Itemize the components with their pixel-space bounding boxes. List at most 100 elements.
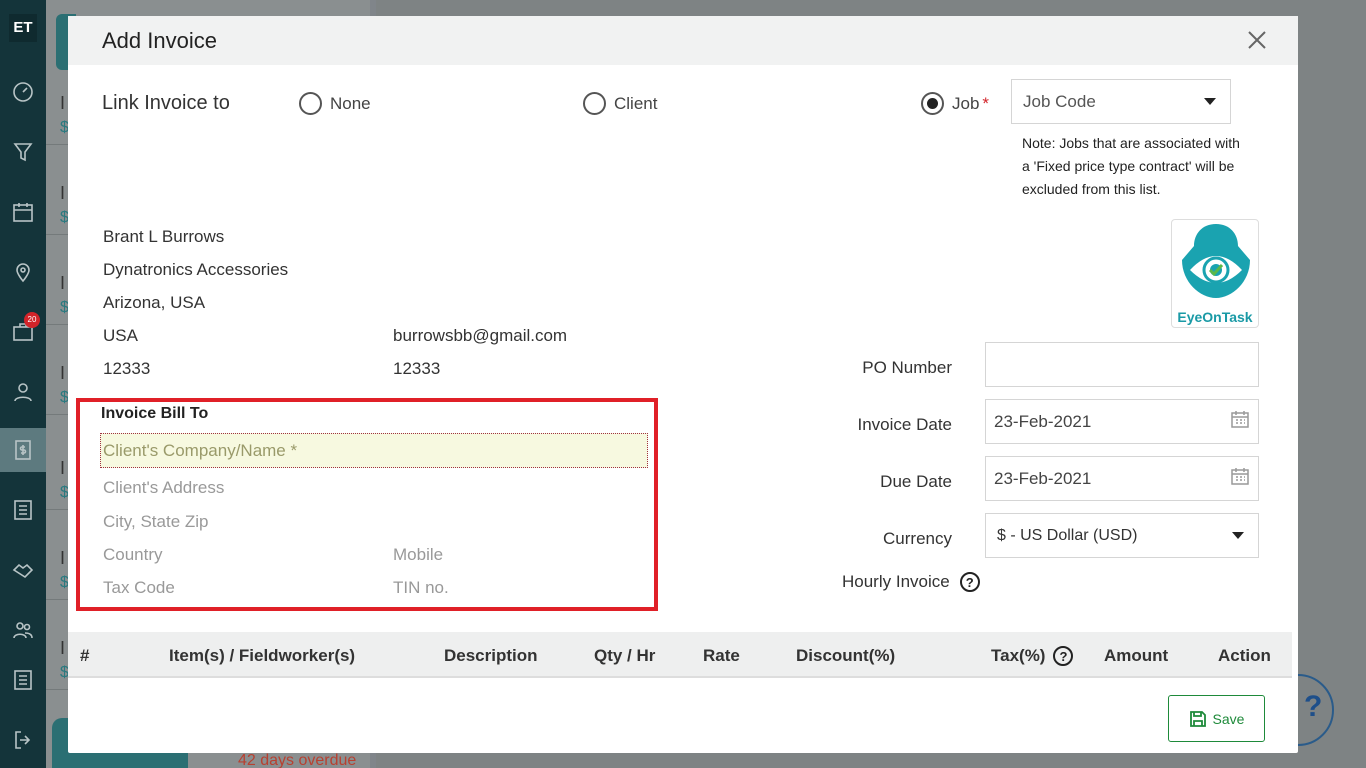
radio-job-circle[interactable]	[921, 92, 944, 115]
currency-value: $ - US Dollar (USD)	[997, 526, 1138, 544]
list-item[interactable]: I $	[46, 175, 70, 235]
eye-logo-icon	[1182, 224, 1250, 298]
items-table-header: # Item(s) / Fieldworker(s) Description Q…	[68, 632, 1292, 678]
logo-text: EyeOnTask	[1177, 309, 1253, 325]
sliders-icon	[14, 670, 32, 690]
radio-client-circle[interactable]	[583, 92, 606, 115]
list-item[interactable]: I $	[46, 450, 70, 510]
bill-to-title: Invoice Bill To	[101, 405, 209, 422]
client-company-input[interactable]: Client's Company/Name *	[100, 433, 648, 468]
col-items: Item(s) / Fieldworker(s)	[169, 646, 356, 665]
calendar-nav[interactable]	[0, 190, 46, 234]
close-icon	[1248, 31, 1266, 49]
tax-help-icon[interactable]: ?	[1053, 646, 1074, 666]
due-date-value: 23-Feb-2021	[994, 468, 1092, 488]
dollar-icon	[15, 440, 31, 460]
client-name: Brant L Burrows	[103, 227, 225, 246]
invoice-date-label: Invoice Date	[857, 415, 953, 434]
user-icon	[14, 383, 32, 402]
col-amount: Amount	[1104, 646, 1169, 665]
save-button[interactable]: Save	[1168, 695, 1265, 742]
jobs-nav[interactable]: 20	[0, 310, 46, 354]
add-invoice-modal: Add Invoice Link Invoice to None Client …	[68, 16, 1298, 753]
list-item[interactable]: I $	[46, 540, 70, 600]
list-item[interactable]: I $	[46, 265, 70, 325]
city-state-zip-input[interactable]: City, State Zip	[103, 512, 209, 532]
settings-nav[interactable]	[0, 658, 46, 702]
mobile-input[interactable]: Mobile	[393, 545, 443, 565]
users-icon	[13, 622, 33, 639]
po-number-label: PO Number	[862, 358, 952, 377]
col-qty: Qty / Hr	[594, 646, 656, 665]
client-email: burrowsbb@gmail.com	[393, 326, 568, 345]
company-logo[interactable]: EyeOnTask	[1171, 219, 1259, 328]
invoice-nav[interactable]	[0, 428, 46, 472]
calendar-icon[interactable]	[1230, 466, 1250, 491]
logout-nav[interactable]	[0, 718, 46, 762]
invoice-date-input[interactable]: 23-Feb-2021	[985, 399, 1259, 444]
radio-none-label: None	[330, 93, 371, 113]
save-label: Save	[1212, 710, 1245, 727]
radio-none[interactable]: None	[299, 92, 371, 115]
tin-input[interactable]: TIN no.	[393, 578, 449, 598]
jobs-badge: 20	[24, 312, 40, 328]
calendar-icon	[13, 203, 33, 222]
currency-select[interactable]: $ - US Dollar (USD)	[985, 513, 1259, 558]
location-icon	[16, 263, 30, 283]
map-nav[interactable]	[0, 250, 46, 294]
col-tax: Tax(%) ?	[991, 646, 1074, 666]
clients-nav[interactable]	[0, 370, 46, 414]
logout-icon	[15, 731, 31, 749]
client-location: Arizona, USA	[103, 293, 206, 312]
dashboard-icon	[13, 82, 33, 102]
job-note: Note: Jobs that are associated with a 'F…	[1022, 135, 1240, 197]
currency-label: Currency	[883, 529, 952, 548]
modal-header: Add Invoice	[68, 16, 1298, 65]
client-mobile: 12333	[393, 359, 441, 378]
help-icon[interactable]: ?	[959, 572, 980, 592]
leads-nav[interactable]	[0, 130, 46, 174]
due-date-input[interactable]: 23-Feb-2021	[985, 456, 1259, 501]
overdue-label: 42 days overdue	[238, 752, 357, 768]
users-nav[interactable]	[0, 608, 46, 652]
list-item[interactable]: I $	[46, 355, 70, 415]
client-country: USA	[103, 326, 138, 345]
col-discount: Discount(%)	[796, 646, 896, 665]
tax-code-input[interactable]: Tax Code	[103, 578, 175, 598]
client-address-input[interactable]: Client's Address	[103, 478, 224, 498]
col-number: #	[80, 646, 90, 665]
list-icon	[14, 500, 32, 520]
hourly-invoice-label: Hourly Invoice	[842, 572, 950, 591]
radio-client[interactable]: Client	[583, 92, 657, 115]
radio-client-label: Client	[614, 93, 658, 113]
handshake-icon	[12, 563, 34, 579]
app-sidebar: ET 20	[0, 0, 46, 768]
due-date-label: Due Date	[880, 472, 952, 491]
hourly-invoice: Hourly Invoice ?	[842, 572, 980, 592]
close-button[interactable]	[1246, 29, 1268, 51]
question-icon: ?	[1304, 690, 1323, 723]
chevron-down-icon	[1204, 98, 1216, 105]
dashboard-nav[interactable]	[0, 70, 46, 114]
col-description: Description	[444, 646, 538, 665]
job-code-value: Job Code	[1023, 91, 1096, 111]
list-item[interactable]: I $	[46, 630, 70, 690]
po-number-input[interactable]	[985, 342, 1259, 387]
job-code-select[interactable]: Job Code	[1011, 79, 1231, 124]
col-rate: Rate	[703, 646, 740, 665]
funnel-icon	[13, 143, 33, 162]
link-invoice-label: Link Invoice to	[102, 92, 230, 114]
modal-title: Add Invoice	[102, 28, 217, 53]
calendar-icon[interactable]	[1230, 409, 1250, 434]
app-logo[interactable]: ET	[9, 14, 37, 42]
list-nav[interactable]	[0, 488, 46, 532]
radio-job-label: Job *	[952, 93, 990, 113]
radio-none-circle[interactable]	[299, 92, 322, 115]
client-company: Dynatronics Accessories	[103, 260, 289, 279]
radio-job[interactable]: Job *	[921, 92, 989, 115]
list-item[interactable]: I $	[46, 85, 70, 145]
country-input[interactable]: Country	[103, 545, 163, 565]
invoice-date-value: 23-Feb-2021	[994, 411, 1092, 431]
save-icon	[1189, 710, 1206, 727]
contracts-nav[interactable]	[0, 548, 46, 592]
